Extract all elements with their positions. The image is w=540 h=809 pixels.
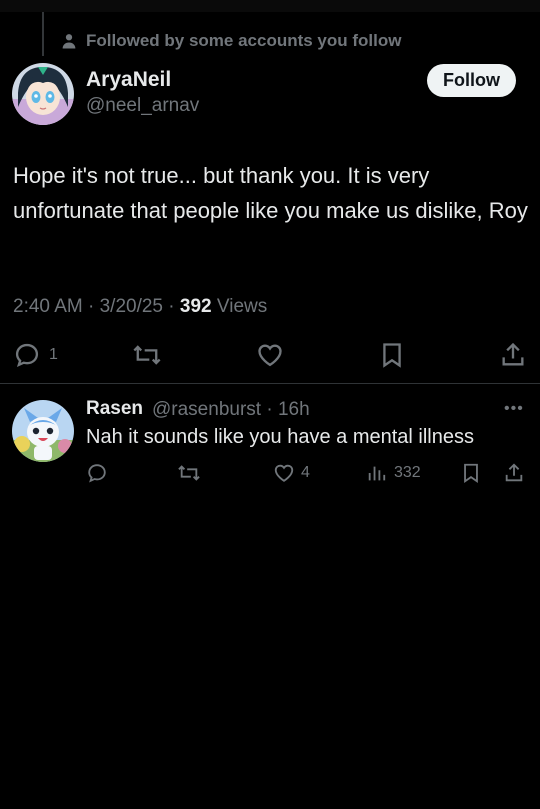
reply-repost-button[interactable] xyxy=(177,462,207,484)
author-name[interactable]: AryaNeil xyxy=(86,68,171,92)
author-avatar[interactable] xyxy=(12,63,74,125)
heart-icon xyxy=(258,344,282,367)
bookmark-icon xyxy=(464,463,478,483)
reply-share-button[interactable] xyxy=(503,462,525,484)
meta-separator: · xyxy=(168,296,180,317)
post-time[interactable]: 2:40 AM xyxy=(13,296,83,317)
reply-views-button[interactable]: 332 xyxy=(366,462,421,484)
more-icon[interactable]: ••• xyxy=(504,400,524,418)
bookmark-icon xyxy=(383,343,401,368)
reply-meta: @rasenburst · 16h xyxy=(152,399,310,421)
share-icon xyxy=(502,342,524,366)
reply-like-button[interactable]: 4 xyxy=(273,462,310,484)
share-icon xyxy=(505,463,523,482)
top-strip xyxy=(0,0,540,12)
repost-icon xyxy=(133,345,161,365)
reply-count: 1 xyxy=(49,346,58,363)
reply-time[interactable]: 16h xyxy=(278,399,310,420)
views-label: Views xyxy=(216,296,268,317)
analytics-icon xyxy=(368,466,386,481)
reply-like-count: 4 xyxy=(301,464,310,481)
reply-button[interactable]: 1 xyxy=(13,341,58,369)
divider xyxy=(0,383,540,384)
reply-bookmark-button[interactable] xyxy=(460,462,482,484)
social-context: Followed by some accounts you follow xyxy=(60,30,401,52)
post-meta: 2:40 AM · 3/20/25 · 392 Views xyxy=(13,296,267,318)
reply-text: Nah it sounds like you have a mental ill… xyxy=(86,426,474,448)
author-handle[interactable]: @neel_arnav xyxy=(86,95,199,117)
reply-views-count: 332 xyxy=(394,464,421,481)
reply-author-handle[interactable]: @rasenburst xyxy=(152,399,261,420)
thread-connector-line xyxy=(42,12,44,56)
reply-reply-button[interactable] xyxy=(86,462,114,484)
follow-button[interactable]: Follow xyxy=(427,64,516,97)
views-count: 392 xyxy=(179,296,212,317)
meta-separator: · xyxy=(266,399,278,420)
share-button[interactable] xyxy=(499,341,527,369)
reply-icon xyxy=(15,343,39,368)
reply-icon xyxy=(88,464,106,483)
person-icon xyxy=(62,34,76,49)
reply-author-avatar[interactable] xyxy=(12,400,74,462)
heart-icon xyxy=(274,464,294,482)
post-text: Hope it's not true... but thank you. It … xyxy=(13,163,528,223)
repost-icon xyxy=(178,465,200,481)
reply-author-name[interactable]: Rasen xyxy=(86,398,143,420)
post-date[interactable]: 3/20/25 xyxy=(100,296,163,317)
meta-separator: · xyxy=(88,296,100,317)
like-button[interactable] xyxy=(255,341,293,369)
social-context-text: Followed by some accounts you follow xyxy=(86,31,402,50)
repost-button[interactable] xyxy=(132,341,170,369)
bookmark-button[interactable] xyxy=(378,341,406,369)
